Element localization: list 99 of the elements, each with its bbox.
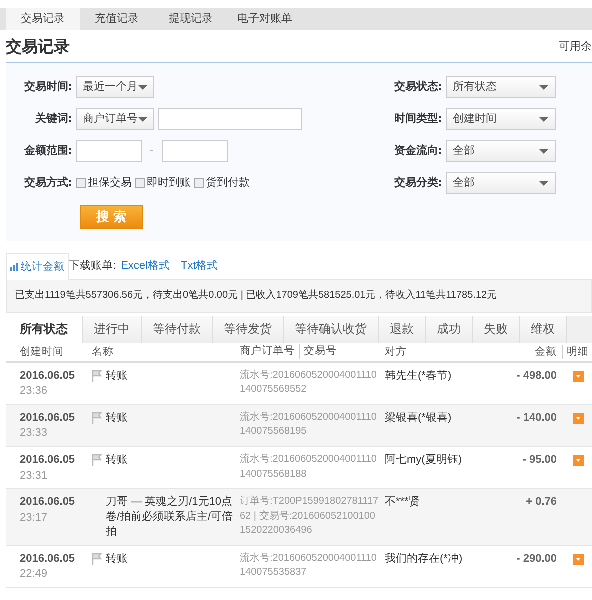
- amount-input[interactable]: [76, 140, 142, 162]
- dropdown[interactable]: 全部: [446, 172, 556, 194]
- date-text: 2016.06.05: [20, 453, 76, 468]
- status-tab[interactable]: 成功: [426, 316, 473, 343]
- status-tab[interactable]: 失败: [473, 316, 520, 343]
- dropdown[interactable]: 创建时间: [446, 108, 556, 130]
- field-label: 交易方式:: [23, 176, 73, 191]
- summary-text: 已支出1119笔共557306.56元，待支出0笔共0.00元 | 已收入1709笔共581525.01元，待收入11笔共11785.12元: [6, 280, 592, 313]
- flag-icon[interactable]: [92, 454, 102, 466]
- status-tab[interactable]: 等待付款: [142, 316, 213, 343]
- column-header: 名称: [92, 344, 115, 359]
- flag-icon[interactable]: [92, 552, 102, 565]
- nav-tab[interactable]: 提现记录: [154, 8, 228, 30]
- item-name: 刀哥 — 英魂之刃/1元10点卷/拍前必须联系店主/可倍拍: [106, 495, 234, 540]
- item-name: 转账: [106, 552, 128, 567]
- field-label: 时间类型:: [393, 112, 443, 127]
- status-tab[interactable]: 维权: [520, 316, 567, 343]
- balance-label: 可用余: [559, 40, 592, 56]
- caret-icon: [539, 148, 549, 154]
- amount: - 498.00: [516, 368, 557, 384]
- column-header: 明细: [562, 344, 589, 359]
- field-label: 交易时间:: [23, 80, 73, 95]
- amount: + 0.76: [525, 495, 557, 510]
- dropdown-value: 全部: [453, 144, 475, 159]
- column-header: 创建时间: [19, 344, 65, 359]
- date-text: 2016.06.05: [20, 368, 76, 384]
- amount: - 95.00: [522, 453, 557, 468]
- bar-chart-icon: [10, 263, 19, 272]
- field-label: 资金流向:: [393, 144, 443, 159]
- download-link[interactable]: Excel格式: [121, 258, 170, 274]
- expand-button[interactable]: [573, 412, 584, 424]
- status-tab[interactable]: 等待发货: [213, 316, 284, 343]
- counterparty: 梁银喜(*银喜): [384, 410, 453, 426]
- status-tab[interactable]: 等待确认收货: [284, 316, 379, 343]
- keyword-input[interactable]: [158, 108, 302, 130]
- dropdown-value: 创建时间: [453, 112, 497, 127]
- status-tab[interactable]: 退款: [379, 316, 426, 343]
- expand-button[interactable]: [573, 370, 584, 382]
- status-tab[interactable]: 所有状态: [6, 316, 83, 343]
- field-label: 金额范围:: [23, 144, 73, 159]
- item-name: 转账: [106, 410, 128, 426]
- caret-icon: [539, 84, 549, 90]
- field-label: 交易分类:: [393, 176, 443, 191]
- counterparty: 韩先生(*春节): [384, 368, 453, 384]
- amount: - 290.00: [516, 552, 557, 567]
- flag-icon[interactable]: [92, 412, 102, 424]
- reference-number: 流水号:2016060520004001110140075535837: [240, 552, 378, 580]
- column-header: 交易号: [299, 344, 337, 360]
- flag-icon[interactable]: [92, 370, 102, 382]
- item-name: 转账: [106, 453, 128, 468]
- time-text: 23:36: [20, 384, 49, 399]
- checkbox-option[interactable]: 货到付款: [194, 176, 250, 191]
- stats-tab[interactable]: 统计金额: [6, 253, 69, 280]
- download-link[interactable]: Txt格式: [180, 258, 218, 274]
- checkbox-option[interactable]: 担保交易: [76, 176, 132, 191]
- caret-icon: [539, 116, 549, 122]
- dropdown-value: 最近一个月: [83, 80, 138, 95]
- caret-icon: [138, 116, 148, 122]
- date-text: 2016.06.05: [20, 410, 76, 426]
- column-header: 金额: [534, 344, 557, 359]
- reference-number: 流水号:2016060520004001110140075568188: [240, 453, 378, 482]
- time-text: 22:49: [20, 567, 49, 582]
- dropdown-value: 全部: [453, 176, 475, 191]
- status-tab[interactable]: 进行中: [83, 316, 142, 343]
- range-separator: -: [150, 144, 154, 159]
- reference-number: 订单号:T200P1599180278111762 | 交易号:2016060521001001520220036496: [240, 495, 380, 538]
- reference-number: 流水号:2016060520004001110140075569552: [240, 368, 378, 398]
- dropdown-value: 所有状态: [453, 80, 497, 95]
- dropdown[interactable]: 商户订单号: [76, 108, 154, 130]
- date-text: 2016.06.05: [20, 495, 76, 510]
- expand-button[interactable]: [573, 554, 584, 565]
- column-header: 商户订单号: [240, 344, 295, 360]
- caret-icon: [138, 84, 148, 90]
- nav-tab[interactable]: 充值记录: [80, 8, 154, 30]
- caret-icon: [539, 180, 549, 186]
- nav-tab[interactable]: 电子对账单: [228, 8, 302, 30]
- date-text: 2016.06.05: [20, 552, 76, 567]
- expand-button[interactable]: [573, 455, 584, 466]
- amount-input[interactable]: [162, 140, 228, 162]
- counterparty: 我们的存在(*冲): [384, 552, 464, 567]
- checkbox-option[interactable]: 即时到账: [135, 176, 191, 191]
- field-label: 关键词:: [34, 112, 73, 127]
- dropdown-value: 商户订单号: [83, 112, 138, 127]
- nav-tab[interactable]: 交易记录: [6, 8, 80, 30]
- amount: - 140.00: [516, 410, 557, 426]
- download-label: 下载账单:: [69, 258, 116, 274]
- time-text: 23:33: [20, 426, 49, 442]
- dropdown[interactable]: 所有状态: [446, 76, 556, 98]
- dropdown[interactable]: 最近一个月: [76, 76, 154, 98]
- time-text: 23:17: [20, 510, 49, 526]
- item-name: 转账: [106, 368, 128, 384]
- counterparty: 不***贤: [384, 495, 421, 510]
- page-title: 交易记录: [6, 38, 70, 58]
- field-label: 交易状态:: [393, 80, 443, 95]
- counterparty: 阿七my(夏明钰): [384, 453, 463, 468]
- column-header: 对方: [384, 344, 408, 359]
- reference-number: 流水号:2016060520004001110140075568195: [240, 410, 378, 440]
- dropdown[interactable]: 全部: [446, 140, 556, 162]
- time-text: 23:31: [20, 468, 49, 484]
